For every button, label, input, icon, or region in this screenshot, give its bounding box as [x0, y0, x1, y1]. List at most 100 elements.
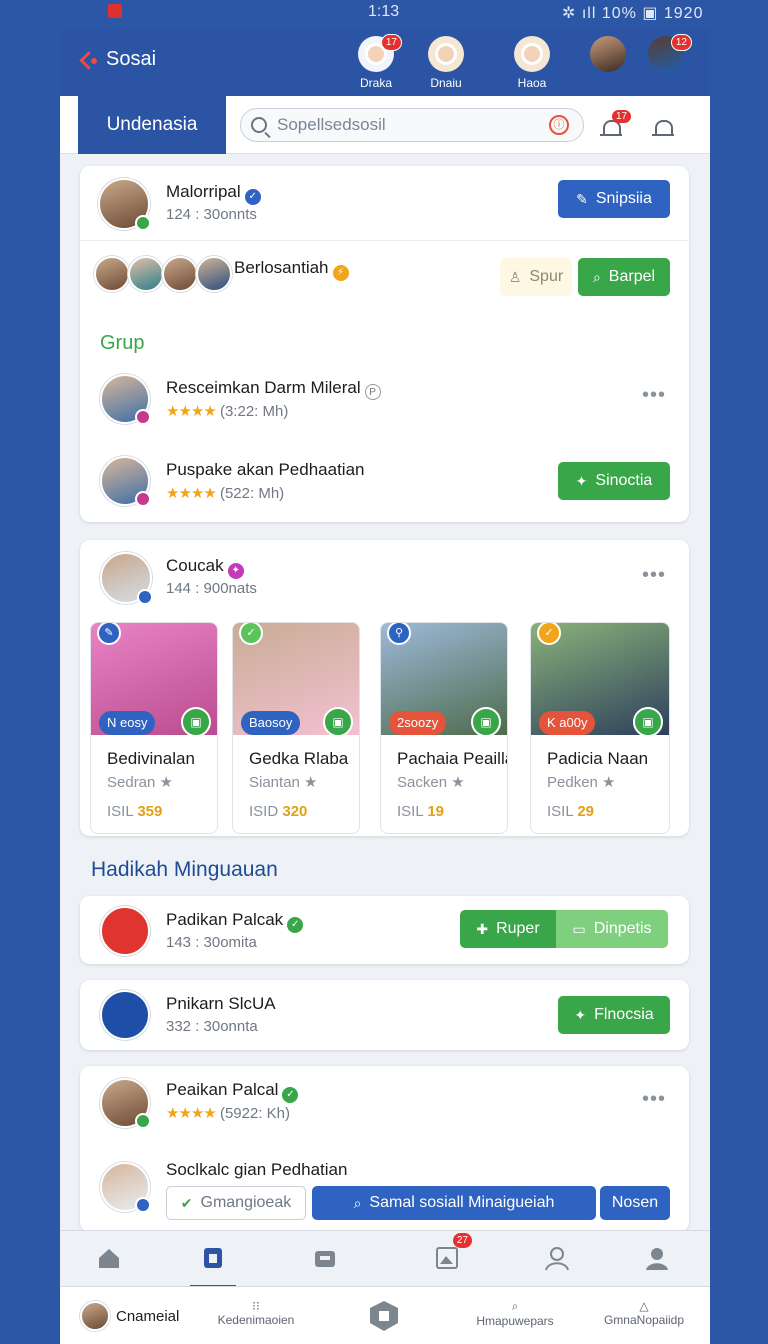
- footer-item-gmnanopaiidp[interactable]: △ GmnaNopaiidp: [594, 1299, 694, 1327]
- home-icon[interactable]: [96, 1245, 122, 1271]
- top-nav-item-profile[interactable]: [578, 36, 638, 76]
- nosen-button[interactable]: Nosen: [600, 1186, 670, 1220]
- avatar: [428, 36, 464, 72]
- tile-subtitle: Pedken ★: [547, 774, 616, 791]
- avatar[interactable]: [100, 552, 153, 605]
- app-logo[interactable]: Sosai: [80, 48, 156, 71]
- avatar[interactable]: [100, 1162, 151, 1213]
- bell-icon[interactable]: [652, 118, 674, 140]
- avatar: [514, 36, 550, 72]
- chat-icon[interactable]: ▣: [323, 707, 353, 737]
- footer-item-shield[interactable]: [366, 1299, 402, 1336]
- product-tile[interactable]: ✎ N eosy ▣ Bedivinalan Sedran ★ ISIL 359: [90, 622, 218, 834]
- dinpetis-button[interactable]: ▭ Dinpetis: [556, 910, 668, 948]
- rating-stars: ★★★★: [166, 1105, 217, 1122]
- clear-icon[interactable]: ⓘ: [549, 115, 569, 135]
- pencil-icon: ✎: [576, 190, 588, 207]
- product-tile[interactable]: ✓ K a00y ▣ Padicia Naan Pedken ★ ISIL 29: [530, 622, 670, 834]
- more-icon[interactable]: •••: [642, 1088, 666, 1111]
- tile-subtitle: Sacken ★: [397, 774, 465, 791]
- avatar[interactable]: [100, 456, 151, 507]
- item-meta: ★★★★ (5922: Kh): [166, 1105, 291, 1122]
- item-meta: ★★★★ (3:22: Mh): [166, 403, 289, 420]
- check-icon: ✔: [180, 1194, 193, 1211]
- profile-name: Coucak ✦: [166, 556, 244, 579]
- avatar[interactable]: [100, 374, 151, 425]
- list-item[interactable]: Padikan Palcak ✓ 143 : 30omita ✚ Ruper ▭ Di…: [80, 896, 689, 964]
- group-name: Berlosantiah ⚡: [234, 258, 349, 281]
- chat-icon[interactable]: ▣: [181, 707, 211, 737]
- bolt-icon: ⚡: [332, 265, 349, 281]
- top-nav-item-friend[interactable]: 12: [636, 34, 696, 76]
- footer-item-kedenimaoien[interactable]: ⁝⁝ Kedenimaoien: [216, 1299, 296, 1327]
- ruper-button[interactable]: ✚ Ruper: [460, 910, 556, 948]
- chat-icon[interactable]: ▣: [633, 707, 663, 737]
- barpel-button[interactable]: ⌕ Barpel: [578, 258, 670, 296]
- verified-icon: ✓: [282, 1087, 299, 1103]
- sinoctia-button[interactable]: ✦ Sinoctia: [558, 462, 670, 500]
- avatar[interactable]: [128, 256, 164, 292]
- tile-pill: 2soozy: [389, 711, 447, 735]
- more-icon[interactable]: •••: [642, 564, 666, 587]
- spur-button[interactable]: ♙ Spur: [500, 258, 572, 296]
- tile-price: ISIL 359: [107, 803, 163, 820]
- avatar[interactable]: [98, 178, 151, 231]
- top-nav-item-dnaiu[interactable]: Dnaiu: [416, 36, 476, 90]
- top-nav-item-haoa[interactable]: Haoa: [502, 36, 562, 90]
- flnocsia-button[interactable]: ✦ Flnocsia: [558, 996, 670, 1034]
- verified-icon: ✓: [287, 917, 304, 933]
- user-icon[interactable]: [544, 1245, 570, 1271]
- bottom-nav: 27: [60, 1230, 710, 1288]
- verified-icon: ✓: [244, 189, 261, 205]
- tile-pill: Baosoy: [241, 711, 301, 735]
- tile-pill: K a00y: [539, 711, 596, 735]
- avatar[interactable]: [196, 256, 232, 292]
- profile-name: Malorripal ✓: [166, 182, 261, 205]
- page-icon[interactable]: [190, 1245, 236, 1288]
- item-name: Soclkalc gian Pedhatian: [166, 1160, 348, 1179]
- avatar: [590, 36, 626, 72]
- more-icon[interactable]: •••: [642, 384, 666, 407]
- app-title: Sosai: [106, 48, 157, 70]
- rating-stars: ★★★★: [166, 403, 217, 420]
- item-meta: 143 : 30omita: [166, 934, 257, 951]
- status-indicators: ✲ ıll 10% ▣ 1920: [562, 5, 704, 22]
- gmangioeak-checkbox[interactable]: ✔ Gmangioeak: [166, 1186, 306, 1220]
- search-button[interactable]: ⌕ Samal sosiall Minaigueiah: [312, 1186, 596, 1220]
- feed-card: Malorripal ✓ 124 : 30onnts ✎ Snipsiia Berl…: [80, 166, 689, 522]
- footer-item-hmapuwepars[interactable]: ⌕ Hmapuwepars: [470, 1299, 560, 1328]
- sparkle-icon: ✦: [574, 1006, 587, 1023]
- feed-card: Peaikan Palcal ✓ ★★★★ (5922: Kh) ••• Socl…: [80, 1066, 689, 1232]
- shield-icon: [370, 1301, 398, 1331]
- item-meta: 332 : 30onnta: [166, 1018, 258, 1035]
- footer-profile[interactable]: Cnameial: [80, 1301, 179, 1331]
- search-value: Sopellsedsosil: [277, 115, 386, 134]
- item-name: Resceimkan Darm Mileral P: [166, 378, 381, 400]
- bell-icon[interactable]: 17: [600, 110, 632, 140]
- tile-title: Padicia Naan: [547, 749, 649, 768]
- search-input[interactable]: Sopellsedsosil ⓘ: [240, 108, 584, 142]
- rating-stars: ★★★★: [166, 485, 217, 502]
- profile-icon[interactable]: [644, 1245, 670, 1271]
- avatar[interactable]: [162, 256, 198, 292]
- product-tile[interactable]: ⚲ 2soozy ▣ Pachaia Peailla Sacken ★ ISIL…: [380, 622, 508, 834]
- avatar[interactable]: [100, 1078, 151, 1129]
- sub-bar: Undenasia Sopellsedsosil ⓘ 17: [60, 96, 710, 154]
- store-icon[interactable]: [312, 1245, 338, 1271]
- item-name: Peaikan Palcal ✓: [166, 1080, 299, 1103]
- top-bar: Sosai 17 Draka Dnaiu Haoa 12: [60, 28, 710, 96]
- product-tile[interactable]: ✓ Baosoy ▣ Gedka Rlaba Siantan ★ ISID 32…: [232, 622, 360, 834]
- profile-meta: 124 : 30onnts: [166, 206, 257, 223]
- tile-title: Gedka Rlaba: [249, 749, 349, 768]
- image-icon[interactable]: 27: [434, 1233, 472, 1271]
- list-item[interactable]: Pnikarn SlcUA 332 : 30onnta ✦ Flnocsia: [80, 980, 689, 1050]
- snipsiia-button[interactable]: ✎ Snipsiia: [558, 180, 670, 218]
- chat-icon[interactable]: ▣: [471, 707, 501, 737]
- top-nav-item-draka[interactable]: 17 Draka: [346, 34, 406, 90]
- verified-icon: [135, 1197, 151, 1213]
- avatar[interactable]: [94, 256, 130, 292]
- status-icon: [135, 409, 151, 425]
- item-name: Padikan Palcak ✓: [166, 910, 304, 933]
- tab-undenasia[interactable]: Undenasia: [78, 96, 226, 154]
- item-meta: ★★★★ (522: Mh): [166, 485, 285, 502]
